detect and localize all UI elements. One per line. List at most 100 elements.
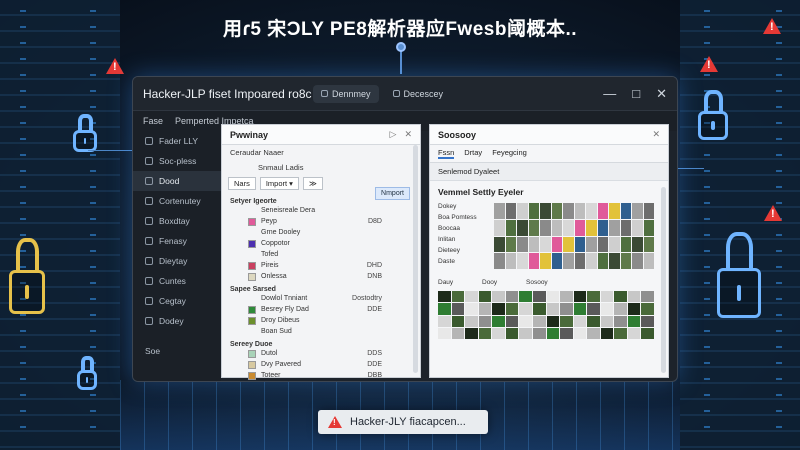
heatmap-row-label: Dokey (438, 203, 457, 210)
connector-node (396, 42, 406, 52)
sidebar-item[interactable]: Fader LLY (133, 131, 221, 151)
layers-icon (145, 297, 153, 305)
tab-fssn[interactable]: Fssn (438, 148, 455, 159)
app-window: Hacker-JLP fiset Impoared ro8c Dennmey D… (132, 76, 678, 382)
close-icon[interactable]: ✕ (404, 129, 412, 140)
lock-icon (70, 114, 100, 152)
tree-row[interactable]: Dvy Pavered DDE (230, 359, 412, 370)
heatmap-cell (586, 203, 597, 219)
doc-icon (145, 177, 153, 185)
heatmap-cell (643, 236, 654, 253)
heatmap-cell (451, 303, 465, 315)
tree-row[interactable]: Pireis DHD (230, 260, 412, 271)
heatmap-cell (609, 203, 620, 219)
sidebar-item[interactable]: Cegtay (133, 291, 221, 311)
tree-group-label[interactable]: Sereey Duoe (230, 341, 412, 348)
menu-item-fase[interactable]: Fase (143, 116, 163, 126)
sidebar-item-label: Dodey (159, 316, 184, 326)
tree-row-value: DDE (367, 361, 382, 368)
maximize-icon[interactable]: □ (632, 86, 640, 102)
heatmap-cell (632, 236, 643, 253)
heatmap-cell (560, 315, 573, 327)
sidebar-item[interactable]: Dieytay (133, 251, 221, 271)
tab-decescey[interactable]: Decescey (385, 85, 452, 103)
heatmap-cell (600, 315, 614, 327)
heatmap-cell (574, 219, 585, 236)
heatmap-row-label: Boocaa (438, 225, 461, 232)
tree-row[interactable]: Droy Dibeus (230, 315, 412, 326)
heatmap-cell (563, 236, 574, 253)
heatmap-cell (643, 203, 654, 219)
tab-dennmey[interactable]: Dennmey (313, 84, 379, 103)
tab-feyegcing[interactable]: Feyegcing (492, 148, 527, 159)
panel-subtitle: Ceraudar Naaer (230, 148, 284, 157)
import-dropdown[interactable]: Import ▾ (259, 177, 299, 190)
sidebar-item[interactable]: Dood (133, 171, 221, 191)
minimize-icon[interactable]: — (603, 86, 616, 102)
heatmap-cell (492, 303, 505, 315)
heatmap-cell (560, 303, 573, 315)
sidebar-item[interactable]: Soc-pless (133, 151, 221, 171)
tree-row[interactable]: Peyp D8D (230, 216, 412, 227)
play-icon[interactable]: ▷ (390, 129, 397, 140)
sidebar-item[interactable]: Cortenutey (133, 191, 221, 211)
sidebar-item[interactable]: Cuntes (133, 271, 221, 291)
heatmap-cell (586, 253, 597, 269)
heatmap-cell (641, 303, 654, 315)
tree-row[interactable]: Dutol DDS (230, 348, 412, 359)
panel-header: Pwwinay ▷ ✕ (222, 125, 420, 145)
toolbar-button[interactable]: Nars (228, 177, 256, 190)
heatmap-cell (494, 253, 505, 269)
more-button[interactable]: ≫ (302, 177, 323, 190)
color-swatch (248, 239, 256, 248)
tree-row[interactable]: Onlessa DNB (230, 271, 412, 282)
tree-row[interactable]: Grne Dooley (230, 227, 412, 238)
tree-row-label: Tofed (261, 251, 279, 258)
heatmap-cell (519, 291, 532, 303)
tree-row[interactable]: Tofed (230, 249, 412, 260)
tree-row[interactable]: Toteer DBB (230, 370, 412, 381)
scrollbar[interactable] (413, 145, 418, 373)
heatmap-cell (574, 253, 585, 269)
heatmap-cell (587, 303, 600, 315)
heatmap-cell (643, 219, 654, 236)
heatmap-cell (528, 219, 539, 236)
tree-row-value: DDE (367, 306, 382, 313)
heatmap-cell (505, 303, 519, 315)
sidebar-item[interactable]: Dodey (133, 311, 221, 331)
tree-row[interactable]: Seneisreale Dera (230, 205, 412, 216)
tree-row[interactable]: Boan Sud (230, 326, 412, 337)
heatmap-cell (632, 253, 643, 269)
heatmap-cell (492, 291, 505, 303)
tab-label: Dennmey (332, 88, 371, 99)
heatmap-cell (546, 303, 560, 315)
alert-toast[interactable]: Hacker-JLY fiacapcen... (318, 410, 488, 434)
scrollbar[interactable] (661, 187, 666, 373)
tree-row[interactable]: Besrey Fly Dad DDE (230, 304, 412, 315)
tree-row[interactable]: Coppotor (230, 238, 412, 249)
heatmap-cell (560, 291, 573, 303)
sidebar-item[interactable]: Fenasy (133, 231, 221, 251)
tree-row[interactable]: Dowlol Tnniant Dostodtry (230, 293, 412, 304)
preview-panel: Soosooy ✕ Fssn Drtay Feyegcing Senlemod … (429, 124, 669, 378)
heatmap-cell (492, 315, 505, 327)
sidebar-item[interactable]: Boxdtay (133, 211, 221, 231)
tab-drtay[interactable]: Drtay (464, 148, 482, 159)
page-headline: 用ɾ5 宋ƆLY PE8解析器应Fwesb阈概本.. (222, 19, 578, 40)
tree-row-label: Pireis (261, 262, 279, 269)
heatmap-cell (540, 203, 551, 219)
heatmap-cell (643, 253, 654, 269)
heatmap-row-label: Boa Pomtess (438, 214, 477, 221)
color-swatch (248, 261, 256, 270)
close-icon[interactable]: ✕ (656, 86, 667, 102)
tree-row-value: Dostodtry (352, 295, 382, 302)
sidebar-item-label: Boxdtay (159, 216, 190, 226)
close-icon[interactable]: ✕ (652, 129, 660, 140)
tree-group-label[interactable]: Sapee Sarsed (230, 286, 412, 293)
heatmap-cell (573, 327, 587, 339)
import-button[interactable]: Nmport (375, 187, 410, 200)
heatmap-cell (627, 327, 641, 339)
heatmap-cell (627, 291, 641, 303)
color-swatch (248, 305, 256, 314)
connector-line (88, 150, 136, 151)
